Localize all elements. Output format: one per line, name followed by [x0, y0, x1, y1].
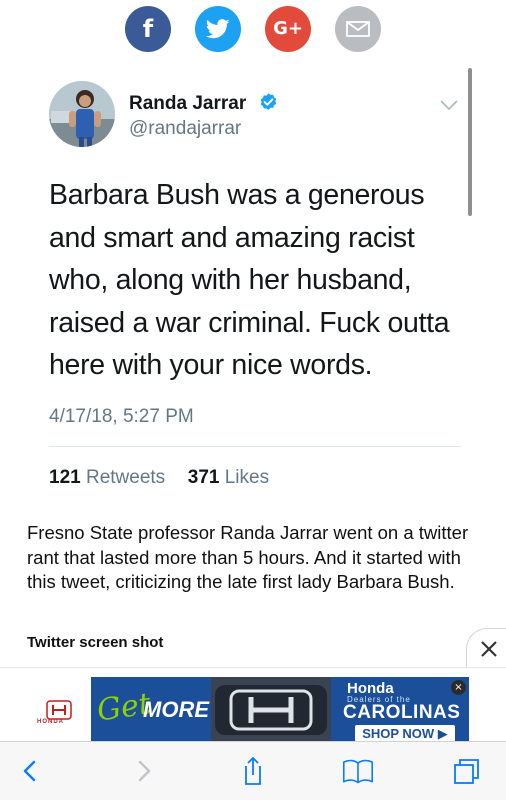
forward-icon[interactable] — [128, 756, 160, 786]
google-plus-share-button[interactable]: G+ — [265, 6, 311, 52]
ad-close-icon[interactable]: × — [451, 680, 466, 695]
back-icon[interactable] — [14, 756, 46, 786]
car-grille-image — [211, 677, 331, 742]
email-icon — [346, 21, 370, 37]
tabs-icon[interactable] — [451, 756, 483, 786]
twitter-share-button[interactable] — [195, 6, 241, 52]
author-name[interactable]: Randa Jarrar — [129, 93, 246, 115]
google-plus-icon: G+ — [273, 18, 303, 39]
ad-more: MORE — [143, 697, 209, 722]
chevron-down-icon[interactable] — [439, 98, 459, 112]
browser-toolbar — [0, 741, 506, 800]
facebook-share-button[interactable]: f — [125, 6, 171, 52]
likes-label[interactable]: Likes — [225, 467, 269, 488]
ad-carolinas: CAROLINAS — [343, 702, 461, 723]
ad-strip: HONDA Get MORE Honda Dealers of the CARO… — [0, 667, 506, 742]
scrollbar[interactable] — [468, 68, 472, 216]
twitter-icon — [206, 19, 230, 39]
avatar-image — [49, 81, 115, 147]
article-caption: Fresno State professor Randa Jarrar went… — [27, 522, 469, 592]
close-ad-button[interactable] — [466, 628, 506, 670]
facebook-icon: f — [142, 15, 154, 43]
tweet-timestamp[interactable]: 4/17/18, 5:27 PM — [49, 406, 194, 428]
ad-banner[interactable]: Get MORE Honda Dealers of the CAROLINAS … — [91, 677, 469, 742]
retweets-label[interactable]: Retweets — [86, 467, 165, 488]
share-bar: f G+ — [0, 6, 506, 52]
shop-now-button[interactable]: SHOP NOW ▶ — [355, 725, 455, 742]
tweet-stats: 121 Retweets 371 Likes — [49, 467, 269, 489]
ad-honda-brand: HONDA — [37, 719, 64, 725]
likes-count[interactable]: 371 — [188, 467, 220, 488]
divider — [49, 446, 461, 447]
tweet-text: Barbara Bush was a generous and smart an… — [49, 179, 450, 381]
verified-badge-icon — [260, 93, 277, 110]
embedded-tweet: Randa Jarrar @randajarrar Barbara Bush w… — [0, 68, 506, 508]
share-icon[interactable] — [237, 756, 269, 786]
retweets-count[interactable]: 121 — [49, 467, 81, 488]
avatar[interactable] — [49, 81, 115, 147]
author-handle[interactable]: @randajarrar — [129, 118, 241, 140]
bookmarks-icon[interactable] — [342, 756, 374, 786]
email-share-button[interactable] — [335, 6, 381, 52]
photo-credit: Twitter screen shot — [27, 634, 164, 651]
close-icon — [481, 641, 497, 657]
